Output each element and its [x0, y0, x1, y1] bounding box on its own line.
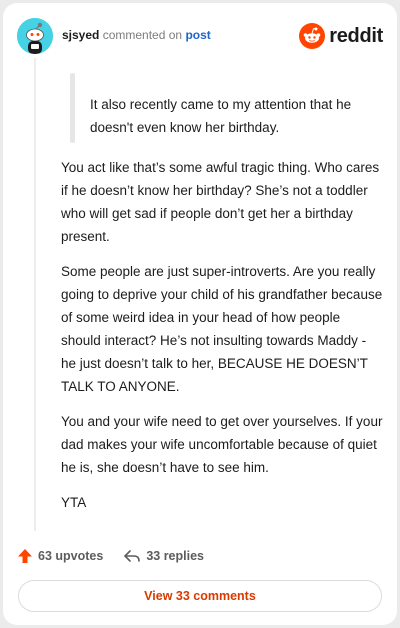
reply-arrow-icon: [124, 550, 141, 562]
quote-bar: [70, 73, 75, 143]
upvote-arrow-icon: [18, 549, 32, 563]
quoted-text: It also recently came to my attention th…: [90, 97, 352, 135]
comment-meta: sjsyed commented on post: [62, 28, 211, 42]
thread-line[interactable]: [34, 58, 36, 531]
comment-paragraph: You act like that’s some awful tragic th…: [61, 160, 380, 244]
post-link[interactable]: post: [185, 28, 210, 42]
comment-actions: 63 upvotes 33 replies: [17, 545, 204, 567]
upvote-button[interactable]: 63 upvotes: [17, 548, 103, 564]
comment-body: You act like that’s some awful tragic th…: [61, 156, 383, 526]
view-comments-button[interactable]: View 33 comments: [18, 580, 382, 612]
reddit-brand[interactable]: reddit: [299, 22, 383, 50]
reply-button[interactable]: 33 replies: [123, 548, 204, 564]
comment-paragraph: You and your wife need to get over yours…: [61, 414, 383, 475]
comment-header: sjsyed commented on post reddit: [17, 18, 383, 54]
username-link[interactable]: sjsyed: [62, 28, 99, 42]
comment-paragraph: YTA: [61, 495, 87, 510]
user-avatar-icon[interactable]: [17, 18, 53, 54]
commented-on-text: commented on: [102, 28, 183, 42]
reply-count: 33 replies: [146, 549, 204, 563]
comment-card: sjsyed commented on post reddit It also …: [3, 3, 397, 625]
reddit-wordmark: reddit: [329, 24, 383, 47]
comment-paragraph: Some people are just super-introverts. A…: [61, 264, 383, 394]
reddit-logo-icon: [299, 23, 326, 49]
upvote-count: 63 upvotes: [38, 549, 104, 563]
